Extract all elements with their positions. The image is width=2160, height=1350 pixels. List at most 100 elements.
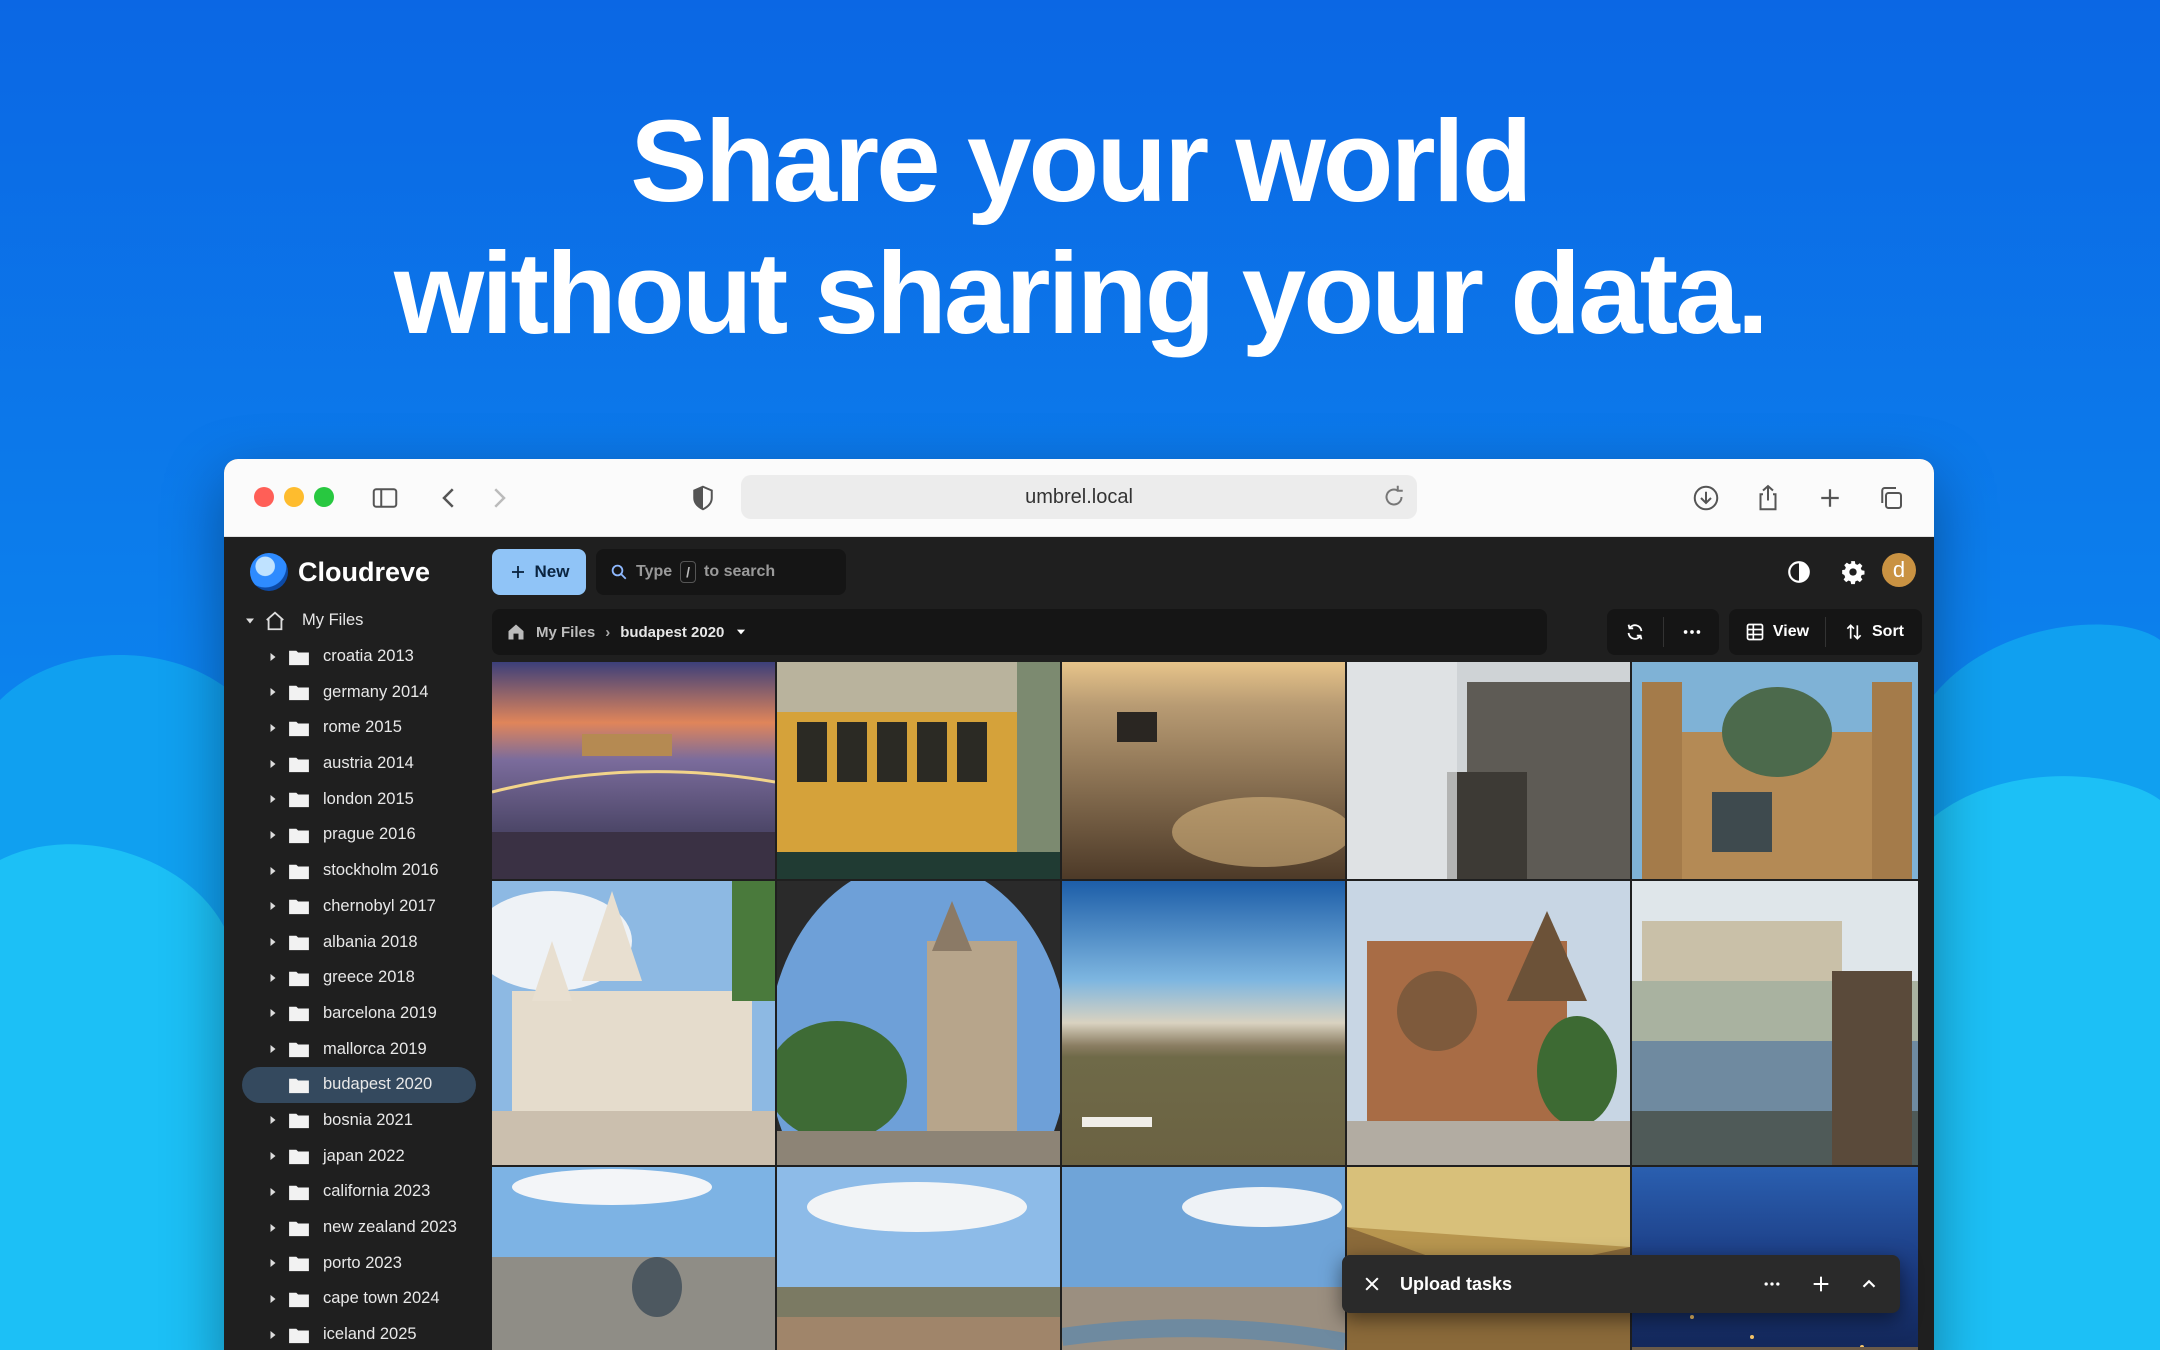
download-icon[interactable] [1687, 479, 1725, 517]
caret-right-icon[interactable] [267, 865, 279, 877]
folder-icon [289, 792, 309, 808]
tree-folder-item[interactable]: stockholm 2016 [242, 853, 476, 889]
view-sort-group: View Sort [1729, 609, 1922, 655]
photo-thumbnail[interactable] [1062, 1167, 1345, 1350]
more-horizontal-icon[interactable] [1762, 1274, 1782, 1294]
tree-folder-item[interactable]: albania 2018 [242, 924, 476, 960]
tree-folder-label: budapest 2020 [323, 1075, 433, 1094]
caret-right-icon[interactable] [267, 722, 279, 734]
tree-folder-item[interactable]: new zealand 2023 [242, 1210, 476, 1246]
photo-thumbnail[interactable] [1347, 881, 1630, 1165]
tree-folder-item[interactable]: greece 2018 [242, 960, 476, 996]
tree-folder-item[interactable]: barcelona 2019 [242, 996, 476, 1032]
user-avatar[interactable]: d [1882, 553, 1916, 587]
tree-folder-item[interactable]: cape town 2024 [242, 1281, 476, 1317]
upload-tasks-panel[interactable]: Upload tasks [1342, 1255, 1900, 1313]
view-button[interactable]: View [1729, 609, 1825, 655]
tree-root-my-files[interactable]: My Files [242, 603, 476, 639]
caret-down-icon[interactable] [244, 615, 256, 627]
tree-folder-item[interactable]: california 2023 [242, 1174, 476, 1210]
more-options-button[interactable] [1664, 609, 1719, 655]
tree-folder-label: california 2023 [323, 1182, 431, 1201]
hero-headline: Share your world without sharing your da… [0, 95, 2160, 359]
caret-right-icon[interactable] [267, 1007, 279, 1019]
caret-right-icon[interactable] [267, 686, 279, 698]
tree-folder-item[interactable]: prague 2016 [242, 817, 476, 853]
caret-right-icon[interactable] [267, 1186, 279, 1198]
back-icon[interactable] [430, 479, 468, 517]
breadcrumb-root[interactable]: My Files [536, 624, 595, 641]
photo-thumbnail[interactable] [777, 662, 1060, 879]
photo-thumbnail[interactable] [1632, 881, 1918, 1165]
folder-tree: My Files croatia 2013 germany 2014 rome 201… [242, 603, 476, 1350]
tree-folder-item[interactable]: iceland 2025 [242, 1317, 476, 1350]
tree-folder-label: chernobyl 2017 [323, 896, 436, 915]
caret-right-icon[interactable] [267, 936, 279, 948]
caret-right-icon[interactable] [267, 1150, 279, 1162]
new-button[interactable]: New [492, 549, 586, 595]
tree-folder-item[interactable]: porto 2023 [242, 1245, 476, 1281]
search-suffix: to search [704, 563, 776, 580]
theme-toggle-icon[interactable] [1782, 555, 1816, 589]
photo-thumbnail[interactable] [777, 881, 1060, 1165]
search-input[interactable]: Type / to search [596, 549, 846, 595]
photo-thumbnail[interactable] [492, 881, 775, 1165]
shield-icon[interactable] [684, 479, 722, 517]
caret-right-icon[interactable] [267, 1329, 279, 1341]
app-logo[interactable]: Cloudreve [250, 553, 430, 591]
tree-folder-item[interactable]: croatia 2013 [242, 639, 476, 675]
close-window-dot[interactable] [254, 487, 274, 507]
caret-right-icon[interactable] [267, 972, 279, 984]
caret-right-icon[interactable] [267, 758, 279, 770]
tree-folder-item[interactable]: germany 2014 [242, 674, 476, 710]
folder-icon [289, 935, 309, 951]
tree-folder-item[interactable]: bosnia 2021 [242, 1103, 476, 1139]
folder-icon [289, 900, 309, 915]
caret-right-icon[interactable] [267, 900, 279, 912]
chevron-up-icon[interactable] [1858, 1273, 1880, 1295]
tabs-icon[interactable] [1872, 479, 1910, 517]
caret-right-icon[interactable] [267, 829, 279, 841]
photo-thumbnail[interactable] [1632, 662, 1918, 879]
photo-thumbnail[interactable] [1062, 881, 1345, 1165]
sidebar-toggle-icon[interactable] [366, 479, 404, 517]
reload-icon[interactable] [1379, 482, 1409, 512]
app-topbar: New Type / to search d [486, 537, 1934, 605]
new-tab-icon[interactable] [1811, 479, 1849, 517]
minimize-window-dot[interactable] [284, 487, 304, 507]
share-icon[interactable] [1749, 479, 1787, 517]
maximize-window-dot[interactable] [314, 487, 334, 507]
caret-right-icon[interactable] [267, 793, 279, 805]
tree-folder-item[interactable]: mallorca 2019 [242, 1031, 476, 1067]
tree-folder-item[interactable]: austria 2014 [242, 746, 476, 782]
tree-folder-item[interactable]: rome 2015 [242, 710, 476, 746]
photo-thumbnail[interactable] [777, 1167, 1060, 1350]
photo-thumbnail[interactable] [1062, 662, 1345, 879]
plus-icon[interactable] [1810, 1273, 1832, 1295]
home-icon[interactable] [506, 622, 526, 642]
photo-thumbnail[interactable] [1347, 662, 1630, 879]
sort-button[interactable]: Sort [1826, 609, 1922, 655]
chevron-down-icon[interactable] [734, 625, 748, 639]
cloudreve-app: Cloudreve My Files croatia 2013 germany 20… [224, 537, 1934, 1350]
tree-folder-item[interactable]: budapest 2020 [242, 1066, 476, 1103]
photo-thumbnail[interactable] [492, 662, 775, 879]
caret-right-icon[interactable] [267, 1257, 279, 1269]
breadcrumb-current[interactable]: budapest 2020 [620, 624, 724, 641]
tree-folder-item[interactable]: chernobyl 2017 [242, 889, 476, 925]
caret-right-icon[interactable] [267, 1043, 279, 1055]
refresh-button[interactable] [1607, 609, 1663, 655]
settings-gear-icon[interactable] [1836, 555, 1870, 589]
chevron-right-icon: › [605, 623, 611, 641]
tree-folder-item[interactable]: japan 2022 [242, 1138, 476, 1174]
caret-right-icon[interactable] [267, 1293, 279, 1305]
forward-icon[interactable] [480, 479, 518, 517]
tree-folder-item[interactable]: london 2015 [242, 781, 476, 817]
caret-right-icon[interactable] [267, 651, 279, 663]
caret-right-icon[interactable] [267, 1222, 279, 1234]
photo-thumbnail[interactable] [492, 1167, 775, 1350]
caret-right-icon[interactable] [267, 1114, 279, 1126]
close-icon[interactable] [1362, 1274, 1382, 1294]
folder-icon [289, 1042, 309, 1058]
address-bar[interactable]: umbrel.local [741, 475, 1417, 519]
